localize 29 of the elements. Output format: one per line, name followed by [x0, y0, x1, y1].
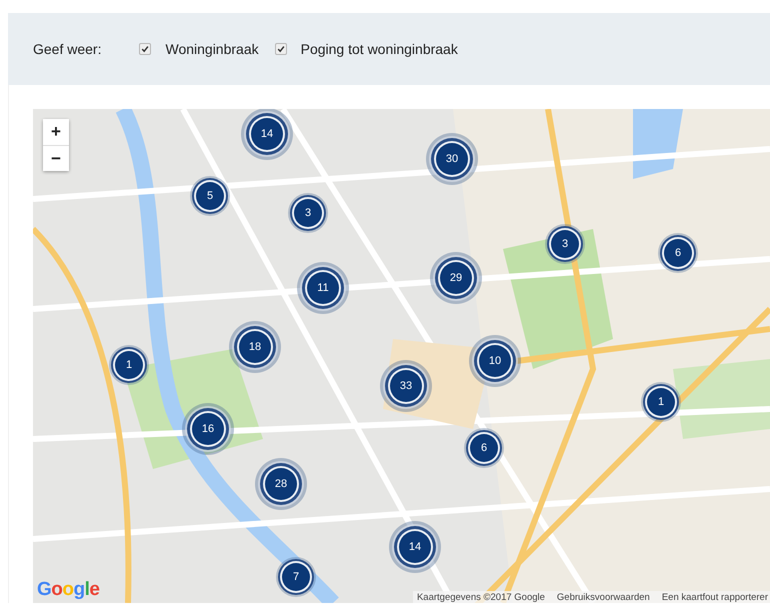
cluster-marker[interactable]: 3	[551, 230, 579, 258]
cluster-marker[interactable]: 10	[479, 345, 511, 377]
cluster-marker[interactable]: 11	[307, 272, 339, 304]
zoom-in-button[interactable]: +	[43, 119, 69, 145]
checkbox[interactable]	[139, 43, 152, 55]
map-logo: Google	[37, 579, 100, 601]
cluster-marker[interactable]: 3	[294, 199, 322, 227]
cluster-marker[interactable]: 28	[265, 468, 297, 500]
checkbox-label[interactable]: Woninginbraak	[165, 41, 259, 57]
checkbox-label[interactable]: Poging tot woninginbraak	[300, 41, 458, 57]
cluster-marker[interactable]: 29	[440, 262, 472, 294]
cluster-marker[interactable]: 18	[239, 331, 271, 363]
cluster-marker[interactable]: 5	[196, 182, 224, 210]
cluster-marker[interactable]: 14	[399, 531, 431, 563]
cluster-marker[interactable]: 6	[470, 434, 498, 462]
map-data-credit: Kaartgegevens ©2017 Google	[416, 592, 545, 603]
zoom-out-button[interactable]: −	[43, 145, 69, 171]
cluster-marker[interactable]: 1	[647, 388, 675, 416]
cluster-marker[interactable]: 7	[282, 563, 310, 591]
cluster-marker[interactable]: 1	[115, 351, 143, 379]
map-link[interactable]: Gebruiksvoorwaarden	[556, 592, 650, 603]
filter-label: Geef weer:	[33, 41, 102, 57]
map-link[interactable]: Een kaartfout rapporterer	[662, 592, 768, 603]
cluster-marker[interactable]: 14	[251, 118, 283, 150]
cluster-marker[interactable]: 16	[192, 413, 224, 445]
cluster-marker[interactable]: 30	[436, 143, 468, 175]
checkbox[interactable]	[274, 43, 287, 55]
cluster-marker[interactable]: 6	[664, 239, 692, 267]
cluster-marker[interactable]: 33	[390, 370, 422, 402]
